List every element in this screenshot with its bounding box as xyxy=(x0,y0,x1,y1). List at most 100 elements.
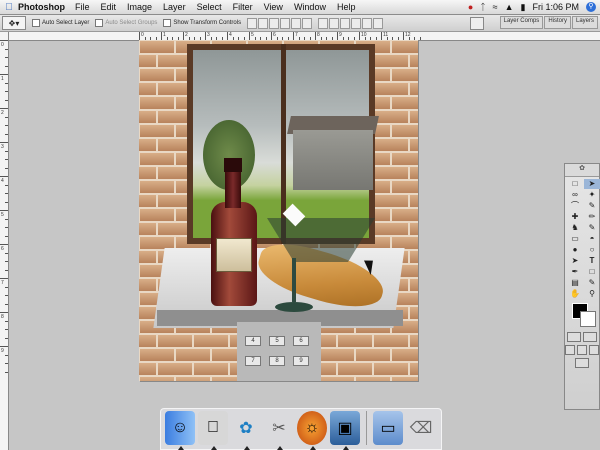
menu-edit[interactable]: Edit xyxy=(101,2,117,12)
show-transform-controls-checkbox[interactable]: Show Transform Controls xyxy=(163,19,241,27)
apple-menu-icon[interactable]:  xyxy=(0,2,18,13)
ruler-minor-tick xyxy=(5,337,8,339)
align-hcenter-button[interactable] xyxy=(291,17,302,29)
marquee-tool-icon[interactable]: □ xyxy=(567,179,583,189)
standard-mode-button[interactable] xyxy=(567,332,581,342)
running-indicator xyxy=(343,446,349,450)
ruler-minor-tick xyxy=(5,261,8,262)
spotlight-search-icon[interactable]: ⚲ xyxy=(586,2,596,12)
lasso-tool-icon[interactable]: ∞ xyxy=(567,190,583,200)
distribute-left-button[interactable] xyxy=(351,17,362,29)
ruler-number: 7 xyxy=(295,32,298,38)
ruler-minor-tick xyxy=(5,65,8,67)
align-bottom-button[interactable] xyxy=(269,17,280,29)
magic-wand-tool-icon[interactable]: ✦ xyxy=(584,190,600,200)
ruler-tick xyxy=(0,108,8,109)
tab-layer-comps[interactable]: Layer Comps xyxy=(499,16,544,29)
tool-preset-picker[interactable]: ✥ ▾ xyxy=(2,16,26,30)
feather-icon: ✿ xyxy=(239,420,253,437)
brick xyxy=(391,348,418,362)
type-tool-icon[interactable]: T xyxy=(584,256,600,266)
eraser-tool-icon[interactable]: ▭ xyxy=(567,234,583,244)
align-vcenter-button[interactable] xyxy=(258,17,269,29)
zoom-tool-icon[interactable]: ⚲ xyxy=(584,289,600,299)
dock-system-preferences[interactable]:  xyxy=(198,411,228,450)
path-selection-tool-icon[interactable]: ➤ xyxy=(567,256,583,266)
dodge-tool-icon[interactable]: ○ xyxy=(584,245,600,255)
menu-help[interactable]: Help xyxy=(337,2,356,12)
distribute-vcenter-button[interactable] xyxy=(329,17,340,29)
full-screen-button[interactable] xyxy=(589,345,599,355)
dock-folder[interactable]: ▭ xyxy=(373,411,403,445)
menu-image[interactable]: Image xyxy=(127,2,152,12)
vertical-ruler[interactable]: 0 1 2 3 4 5 6 7 8 9 xyxy=(0,32,9,450)
align-right-button[interactable] xyxy=(302,17,313,29)
ruler-tick xyxy=(359,32,360,40)
background-color-swatch[interactable] xyxy=(580,311,596,327)
slice-tool-icon[interactable]: ✎ xyxy=(584,201,600,211)
battery-icon[interactable]: ▮ xyxy=(521,2,526,13)
auto-select-layer-checkbox[interactable]: Auto Select Layer xyxy=(32,19,89,27)
distribute-bottom-button[interactable] xyxy=(340,17,351,29)
document-canvas[interactable]: 4 5 6 7 8 9 xyxy=(139,40,418,381)
ruler-tick xyxy=(139,32,140,40)
brick xyxy=(139,376,175,381)
file-browser-icon[interactable] xyxy=(470,17,484,30)
align-top-button[interactable] xyxy=(247,17,258,29)
dock-scissors[interactable]: ✂ xyxy=(264,411,294,450)
menu-select[interactable]: Select xyxy=(197,2,222,12)
ruler-number: 4 xyxy=(229,32,232,38)
clock[interactable]: Fri 1:06 PM xyxy=(532,2,579,12)
feather-icon[interactable]: ✿ xyxy=(565,164,599,177)
distribute-right-button[interactable] xyxy=(373,17,384,29)
quick-mask-mode-button[interactable] xyxy=(583,332,597,342)
standard-screen-button[interactable] xyxy=(565,345,575,355)
bluetooth-icon[interactable]: ᛏ xyxy=(480,2,485,12)
brick xyxy=(337,362,373,376)
ruler-minor-tick xyxy=(5,235,8,237)
shape-tool-icon[interactable]: □ xyxy=(584,267,600,277)
hand-tool-icon[interactable]: ✋ xyxy=(567,289,583,299)
auto-select-groups-checkbox[interactable]: Auto Select Groups xyxy=(95,19,157,27)
dock-mail[interactable]: ✿ xyxy=(231,411,261,450)
move-tool-icon[interactable]: ➤ xyxy=(584,179,600,189)
menu-window[interactable]: Window xyxy=(294,2,326,12)
distribute-hcenter-button[interactable] xyxy=(362,17,373,29)
eyedropper-tool-icon[interactable]: ✎ xyxy=(584,278,600,288)
dock-finder[interactable]: ☺ xyxy=(165,411,195,450)
history-brush-tool-icon[interactable]: ✎ xyxy=(584,223,600,233)
clone-stamp-tool-icon[interactable]: ♞ xyxy=(567,223,583,233)
ruler-tick xyxy=(0,40,8,41)
ruler-minor-tick xyxy=(5,159,8,160)
dock-trash[interactable]: ⌫ xyxy=(406,411,436,445)
ruler-number: 5 xyxy=(251,32,254,38)
blur-tool-icon[interactable]: ● xyxy=(567,245,583,255)
crop-tool-icon[interactable]: ⌒ xyxy=(567,201,583,211)
notes-tool-icon[interactable]: ▤ xyxy=(567,278,583,288)
dock-firefox[interactable]: ☼ xyxy=(297,411,327,450)
volume-icon[interactable]: ▲ xyxy=(505,2,514,12)
menu-filter[interactable]: Filter xyxy=(233,2,253,12)
distribute-top-button[interactable] xyxy=(318,17,329,29)
menu-view[interactable]: View xyxy=(264,2,283,12)
app-menu[interactable]: Photoshop xyxy=(18,2,65,12)
healing-brush-tool-icon[interactable]: ✚ xyxy=(567,212,583,222)
wifi-icon[interactable]: ≈ xyxy=(493,2,498,12)
brush-tool-icon[interactable]: ✏ xyxy=(584,212,600,222)
dock-preview[interactable]: ▣ xyxy=(330,411,360,450)
menu-layer[interactable]: Layer xyxy=(163,2,186,12)
keypad-key: 7 xyxy=(245,356,261,366)
running-indicator xyxy=(178,446,184,450)
tab-history[interactable]: History xyxy=(544,16,571,29)
checkbox-box xyxy=(32,19,40,27)
strawberry-icon[interactable]: ● xyxy=(468,2,473,12)
align-left-button[interactable] xyxy=(280,17,291,29)
full-screen-menu-button[interactable] xyxy=(577,345,587,355)
pen-tool-icon[interactable]: ✒ xyxy=(567,267,583,277)
menu-file[interactable]: File xyxy=(75,2,90,12)
brick xyxy=(319,376,355,381)
paint-bucket-tool-icon[interactable]: ◓ xyxy=(584,234,600,244)
jump-to-imageready-button[interactable] xyxy=(575,358,589,368)
tab-layers[interactable]: Layers xyxy=(571,16,598,29)
ruler-number: 2 xyxy=(185,32,188,38)
